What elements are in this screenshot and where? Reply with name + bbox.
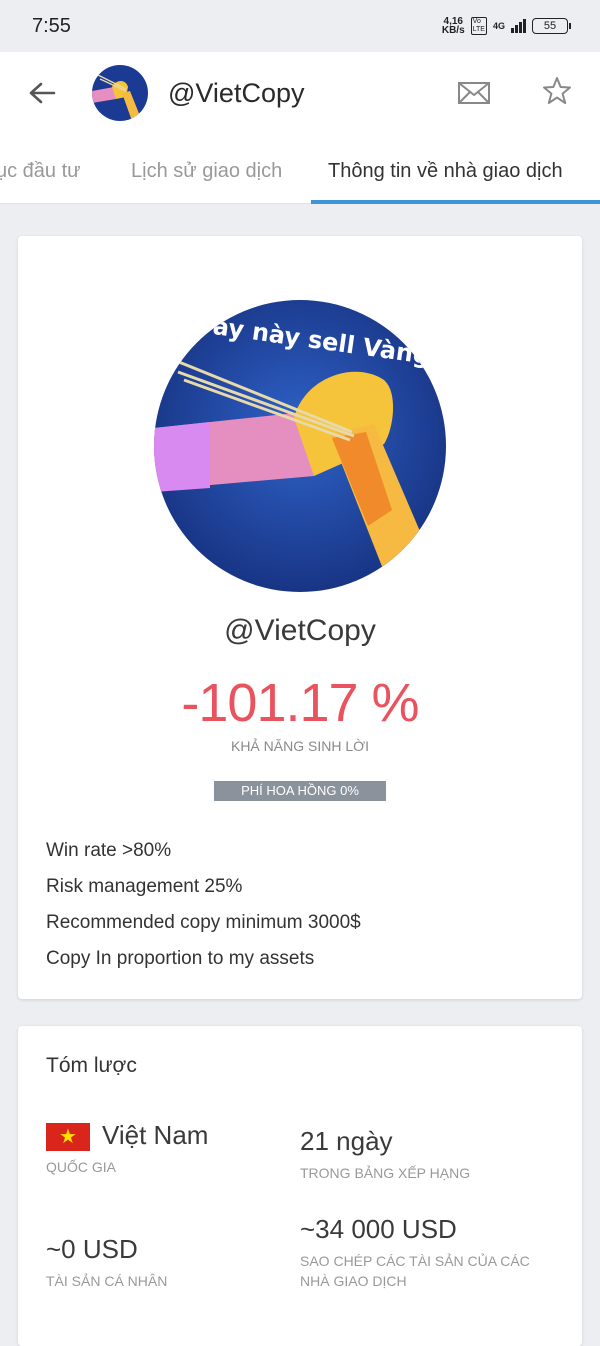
volte-icon: Vo LTE <box>470 17 487 35</box>
bio-line: Recommended copy minimum 3000$ <box>46 912 361 933</box>
commission-badge: PHÍ HOA HỒNG 0% <box>214 781 386 801</box>
status-time: 7:55 <box>32 14 71 37</box>
profile-avatar: ay này sell Vàng <box>154 300 446 592</box>
star-icon <box>543 77 571 104</box>
avatar-image <box>92 65 148 121</box>
favorite-button[interactable] <box>540 74 574 108</box>
avatar-image: ay này sell Vàng <box>154 300 446 592</box>
back-button[interactable] <box>22 73 62 113</box>
bio-line: Risk management 25% <box>46 876 243 897</box>
vietnam-flag-icon: ★ <box>46 1123 90 1152</box>
envelope-icon <box>458 82 490 104</box>
stat-country: ★ Việt Nam QUỐC GIA <box>46 1120 209 1176</box>
signal-icon <box>511 19 526 33</box>
header-username: @VietCopy <box>168 77 305 108</box>
battery-icon: 55 <box>532 18 571 34</box>
network-type: 4G <box>492 21 505 31</box>
active-tab-indicator <box>311 200 600 204</box>
stat-copied-assets: ~34 000 USD SAO CHÉP CÁC TÀI SẢN CỦA CÁC… <box>300 1214 530 1289</box>
message-button[interactable] <box>456 76 492 110</box>
header-avatar[interactable] <box>92 65 148 121</box>
stat-days-ranked: 21 ngày TRONG BẢNG XẾP HẠNG <box>300 1126 471 1181</box>
status-icons: 4,16 KB/s Vo LTE 4G 55 <box>441 16 571 36</box>
app-header: @VietCopy <box>0 52 600 134</box>
bio-line: Win rate >80% <box>46 840 172 861</box>
tab-portfolio[interactable]: ục đầu tư <box>0 160 81 183</box>
summary-title: Tóm lược <box>46 1054 137 1077</box>
profile-card: ay này sell Vàng @VietCopy -101.17 % KHẢ… <box>18 236 582 999</box>
arrow-left-icon <box>29 82 56 104</box>
tab-trader-info[interactable]: Thông tin về nhà giao dịch <box>328 160 563 183</box>
bio-line: Copy In proportion to my assets <box>46 948 315 969</box>
summary-card: Tóm lược ★ Việt Nam QUỐC GIA 21 ngày TRON… <box>18 1026 582 1346</box>
profitability-label: KHẢ NĂNG SINH LỜI <box>230 738 370 754</box>
tab-bar: ục đầu tư Lịch sử giao dịch Thông tin về… <box>0 134 600 204</box>
network-speed: 4,16 KB/s <box>441 16 465 36</box>
tab-trading-history[interactable]: Lịch sử giao dịch <box>131 160 282 183</box>
profitability-value: -101.17 % <box>181 673 419 733</box>
profile-username: @VietCopy <box>224 614 376 647</box>
status-bar: 7:55 4,16 KB/s Vo LTE 4G 55 <box>0 0 600 52</box>
stat-personal-assets: ~0 USD TÀI SẢN CÁ NHÂN <box>46 1234 168 1289</box>
trader-bio: Win rate >80% Risk management 25% Recomm… <box>46 840 361 984</box>
